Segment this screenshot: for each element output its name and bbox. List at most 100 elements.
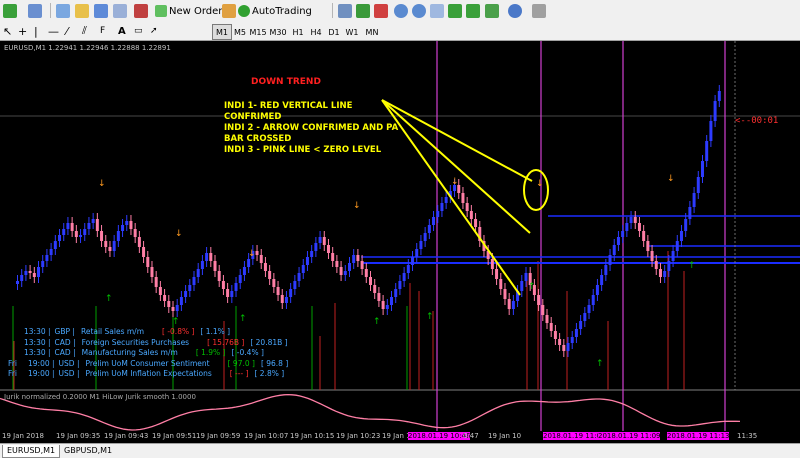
candle-body	[364, 269, 368, 277]
news-currency: USD	[58, 369, 75, 379]
candle-body	[87, 223, 91, 229]
crosshair-icon[interactable]: +	[18, 23, 27, 39]
terminal-icon[interactable]	[113, 3, 127, 19]
new-order-button[interactable]: New Order	[155, 3, 222, 19]
time-axis-label: 11:35	[737, 432, 758, 440]
candle-body	[394, 289, 398, 297]
tile-icon[interactable]	[430, 3, 444, 19]
data-window-icon[interactable]	[75, 3, 89, 19]
metaeditor-icon[interactable]	[222, 3, 236, 19]
down-arrow-icon: ↓	[98, 179, 106, 189]
candle-body	[305, 257, 309, 265]
candle-body	[612, 245, 616, 255]
autotrading-button[interactable]: AutoTrading	[238, 3, 312, 19]
candle-body	[230, 291, 234, 297]
candle-body	[461, 193, 465, 203]
arrows-icon[interactable]: ➚	[150, 23, 158, 39]
chart-area[interactable]: ↓ ↓ ↓ ↓ ↓ ↓ ↓ ↑ ↑ ↑ ↑ ↑ ↑ ↑ ↑ EURUSD,M1 1.22941 1.2294…	[0, 41, 800, 443]
candle-body	[595, 285, 599, 295]
market-watch-icon[interactable]	[56, 3, 70, 19]
candle-body	[574, 329, 578, 337]
timeframe-m5-button[interactable]: M5	[230, 24, 250, 40]
navigator-icon[interactable]	[94, 3, 108, 19]
candle-body	[179, 297, 183, 305]
zoom-in-icon[interactable]	[394, 3, 408, 19]
up-arrow-icon: ↑	[105, 294, 113, 304]
candle-body	[45, 255, 49, 261]
timeframe-d1-button[interactable]: D1	[324, 24, 344, 40]
candle-body	[221, 281, 225, 289]
candlestick-icon[interactable]	[356, 3, 370, 19]
line-chart-icon[interactable]	[374, 3, 388, 19]
clock-icon[interactable]	[508, 3, 522, 19]
news-day: Fri	[8, 369, 17, 379]
autoscroll-icon[interactable]	[448, 3, 462, 19]
tester-icon[interactable]	[134, 3, 148, 19]
candle-body	[352, 255, 356, 263]
timeframe-mn-button[interactable]: MN	[362, 24, 382, 40]
chart-shift-icon[interactable]	[466, 3, 480, 19]
indicators-icon[interactable]	[485, 3, 499, 19]
candle-body	[41, 261, 45, 267]
candle-body	[335, 261, 339, 267]
time-axis-label: 2018.01.19 11:05	[543, 432, 606, 440]
candle-body	[53, 241, 57, 249]
candle-body	[562, 345, 566, 351]
trendline-icon[interactable]: ⁄	[66, 23, 68, 39]
candle-body	[377, 293, 381, 301]
channel-icon[interactable]: ⫽	[82, 23, 87, 39]
timeframe-w1-button[interactable]: W1	[342, 24, 362, 40]
timeframe-m1-button[interactable]: M1	[212, 24, 232, 40]
bar-chart-icon[interactable]	[338, 3, 352, 19]
timeframe-m30-button[interactable]: M30	[268, 24, 288, 40]
candle-body	[633, 217, 637, 223]
candle-body	[112, 241, 116, 251]
text-tool-icon[interactable]: A	[118, 23, 126, 39]
chart-tab[interactable]: EURUSD,M1	[2, 445, 61, 458]
news-day: Fri	[8, 358, 17, 368]
down-arrow-icon: ↓	[536, 179, 544, 189]
timeframe-h1-button[interactable]: H1	[288, 24, 308, 40]
candle-body	[663, 271, 667, 277]
candle-body	[705, 141, 709, 161]
candle-body	[326, 245, 330, 253]
candle-body	[373, 285, 377, 293]
label-tool-icon[interactable]: ▭	[134, 23, 143, 39]
vertical-line-icon[interactable]: |	[34, 23, 38, 39]
new-order-icon	[155, 5, 167, 17]
time-axis-label: 19 Jan 09:51	[152, 432, 197, 440]
cursor-icon[interactable]: ↖	[3, 23, 12, 39]
candle-body	[158, 287, 162, 295]
candle-body	[20, 275, 24, 281]
annotation-line	[381, 99, 521, 296]
zoom-out-icon[interactable]	[412, 3, 426, 19]
fibo-icon[interactable]: F	[100, 23, 105, 39]
news-event: Manufacturing Sales m/m	[81, 348, 178, 358]
candle-body	[692, 193, 696, 207]
chart-tab[interactable]: GBPUSD,M1	[60, 445, 116, 457]
templates-icon[interactable]	[532, 3, 546, 19]
candle-body	[209, 253, 213, 261]
candle-body	[205, 253, 209, 261]
timeframe-h4-button[interactable]: H4	[306, 24, 326, 40]
news-time: 13:30	[24, 337, 46, 347]
time-axis-label: 19 Jan 10:07	[244, 432, 289, 440]
up-arrow-icon: ↑	[426, 312, 434, 322]
candle-body	[507, 299, 511, 309]
news-event: Prelim UoM Inflation Expectations	[85, 369, 212, 379]
candle-body	[427, 225, 431, 233]
new-chart-icon[interactable]	[3, 3, 17, 19]
candle-body	[537, 295, 541, 305]
candle-body	[272, 279, 276, 287]
candle-body	[667, 261, 671, 271]
horizontal-line-icon[interactable]: —	[48, 23, 59, 39]
profiles-icon[interactable]	[28, 3, 42, 19]
chart-header: EURUSD,M1 1.22941 1.22946 1.22888 1.2289…	[4, 44, 171, 52]
down-arrow-icon: ↓	[353, 201, 361, 211]
candle-body	[629, 217, 633, 223]
candle-body	[608, 255, 612, 265]
timeframe-m15-button[interactable]: M15	[248, 24, 268, 40]
news-actual: [ 1.9% ]	[195, 348, 226, 358]
news-forecast: [ -0.4% ]	[231, 348, 264, 358]
price-chart[interactable]: ↓ ↓ ↓ ↓ ↓ ↓ ↓ ↑ ↑ ↑ ↑ ↑ ↑ ↑ ↑	[0, 41, 800, 443]
